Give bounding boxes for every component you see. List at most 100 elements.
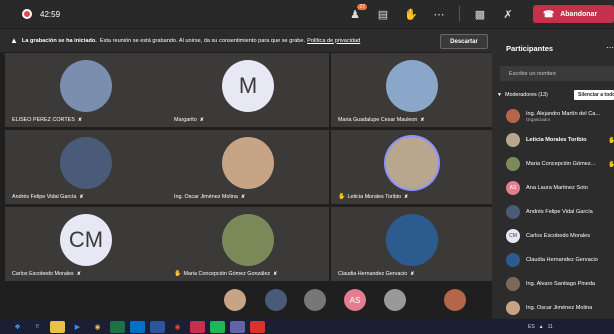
participant-text: Carlos Escobedo Morales — [526, 233, 590, 239]
participant-initials-avatar: CM — [60, 214, 112, 267]
video-tile[interactable]: M Margarito ✘ — [167, 53, 329, 127]
participant-photo-avatar — [506, 301, 520, 315]
participant-list-item[interactable]: Ing. Alejandro Martín del Ca... Organizad… — [492, 105, 614, 127]
edge-icon[interactable]: e — [30, 321, 45, 333]
outlook-icon[interactable] — [130, 320, 145, 333]
participants-panel-header: Participantes ⋯ — [492, 29, 614, 63]
participant-list-item[interactable]: Leticia Morales Toribio ✋ — [492, 129, 614, 151]
tile-name-label: Carlos Escobedo Morales ✘ — [12, 271, 81, 277]
tile-name-label: Maria Guadalupe Cesar Mauleon ✘ — [338, 117, 425, 123]
raise-hand-button[interactable]: ✋ — [403, 6, 419, 22]
participant-initials-avatar: M — [222, 60, 274, 113]
mini-avatar[interactable] — [384, 289, 406, 311]
mute-all-button[interactable]: Silenciar a todos — [574, 90, 614, 100]
video-tile[interactable]: Andrés Felipe Vidal García ✘ — [5, 130, 167, 204]
more-actions-button[interactable]: ⋯ — [431, 6, 447, 22]
participant-name: Carlos Escobedo Morales — [12, 271, 74, 277]
participant-name: ELISEO PEREZ CORTES — [12, 117, 75, 123]
tile-name-label: ✋ Leticia Morales Toribio ✘ — [338, 193, 408, 200]
participant-photo-avatar — [386, 60, 438, 113]
participant-photo-avatar — [386, 214, 438, 267]
participant-list-item[interactable]: Ing. Oscar Jiménez Molina — [492, 297, 614, 319]
participant-search-input[interactable]: Escribe un nombre — [500, 66, 614, 81]
recording-indicator-icon — [22, 9, 32, 19]
participant-photo-avatar — [222, 214, 274, 267]
teams-icon[interactable] — [230, 320, 245, 333]
video-tile[interactable]: ✋ Leticia Morales Toribio ✘ — [331, 130, 493, 204]
participant-list-item[interactable]: Andrés Felipe Vidal García — [492, 201, 614, 223]
browser-icon[interactable]: ◉ — [170, 321, 185, 333]
participant-photo-avatar — [506, 205, 520, 219]
mini-avatar-initials[interactable]: AS — [344, 289, 366, 311]
video-tile[interactable]: Maria Guadalupe Cesar Mauleon ✘ — [331, 53, 493, 127]
participant-photo-avatar — [60, 137, 112, 190]
overflow-participants-strip: AS — [0, 283, 492, 319]
mic-muted-icon: ✘ — [404, 194, 409, 200]
participants-button[interactable]: ♟ 27 — [347, 4, 367, 22]
mini-avatar[interactable] — [265, 289, 287, 311]
start-icon[interactable]: ❖ — [10, 321, 25, 333]
mic-off-icon: ✗ — [503, 8, 513, 21]
spotify-icon[interactable] — [210, 320, 225, 333]
mini-avatar[interactable] — [224, 289, 246, 311]
participant-initials-avatar: CM — [506, 229, 520, 243]
excel-icon[interactable] — [110, 320, 125, 333]
participant-name: Ana Laura Martinez Soto — [526, 185, 588, 191]
acrobat-icon[interactable] — [250, 320, 265, 333]
participants-count-badge: 27 — [357, 4, 367, 10]
language-indicator[interactable]: ES — [528, 324, 535, 330]
camera-button[interactable]: ▩ — [472, 6, 488, 22]
participant-list-item[interactable]: CM Carlos Escobedo Morales — [492, 225, 614, 247]
participant-text: Ing. Alvaro Santiago Pineda — [526, 281, 595, 287]
leave-label: Abandonar — [560, 10, 598, 18]
panel-more-icon[interactable]: ⋯ — [606, 43, 614, 52]
participant-name: Claudia Hernandez Gervacio — [338, 271, 408, 277]
self-view-avatar[interactable] — [444, 289, 466, 311]
recording-banner-title: La grabación se ha iniciado. — [21, 37, 97, 44]
participant-list-item[interactable]: Claudia Hernandez Gervacio — [492, 249, 614, 271]
video-tile[interactable]: ✋ Maria Concepción Gómez González ✘ — [167, 207, 329, 281]
dismiss-button[interactable]: Descartar — [440, 34, 488, 49]
video-tile[interactable]: ELISEO PEREZ CORTES ✘ — [5, 53, 167, 127]
mic-muted-icon: ✘ — [240, 194, 246, 200]
participant-photo-avatar — [506, 109, 520, 123]
participant-photo-avatar — [506, 253, 520, 267]
raised-hand-icon: ✋ — [174, 271, 182, 277]
app-icon[interactable] — [190, 320, 205, 333]
word-icon[interactable] — [150, 320, 165, 333]
leave-button[interactable]: ☎ Abandonar — [533, 5, 614, 23]
mic-muted-icon: ✘ — [76, 271, 81, 277]
participant-text: Ing. Oscar Jiménez Molina — [526, 305, 592, 311]
privacy-link[interactable]: Política de privacidad — [307, 38, 360, 44]
tile-name-label: Andrés Felipe Vidal García ✘ — [12, 194, 84, 200]
participant-name: Maria Guadalupe Cesar Mauleon — [338, 117, 418, 123]
video-tile[interactable]: CM Carlos Escobedo Morales ✘ — [5, 207, 167, 281]
moderators-section-header[interactable]: ▼ Moderadores (13) Silenciar a todos — [492, 87, 614, 103]
participant-name: Ing. Oscar Jiménez Molina — [174, 194, 238, 200]
participant-list-item[interactable]: Ing. Alvaro Santiago Pineda — [492, 273, 614, 295]
video-tile[interactable]: Claudia Hernandez Gervacio ✘ — [331, 207, 493, 281]
video-tile[interactable]: Ing. Oscar Jiménez Molina ✘ — [167, 130, 329, 204]
meeting-timer: 42:59 — [40, 9, 61, 19]
folder-icon[interactable] — [50, 320, 65, 333]
mic-button[interactable]: ✗ — [500, 6, 516, 22]
moderators-label: Moderadores (13) — [504, 92, 548, 98]
clock[interactable]: 11 — [548, 324, 553, 330]
warning-icon: ▲ — [10, 36, 18, 45]
participant-name: Ing. Alvaro Santiago Pineda — [526, 281, 596, 287]
participant-text: Ana Laura Martinez Soto — [526, 185, 588, 191]
participant-text: Andrés Felipe Vidal García — [526, 209, 593, 215]
tile-name-label: Claudia Hernandez Gervacio ✘ — [338, 271, 414, 277]
media-icon[interactable]: ▶ — [70, 321, 85, 333]
network-icon[interactable]: ▲ — [539, 324, 544, 330]
participant-name: Ing. Oscar Jiménez Molina — [526, 305, 593, 311]
mini-avatar[interactable] — [304, 289, 326, 311]
participant-list-item[interactable]: AS Ana Laura Martinez Soto — [492, 177, 614, 199]
participant-text: Claudia Hernandez Gervacio — [526, 257, 598, 263]
raised-hand-icon: ✋ — [338, 194, 346, 200]
chat-button[interactable]: ▤ — [375, 6, 391, 22]
recording-banner: ▲ La grabación se ha iniciado. Esta reun… — [0, 29, 492, 52]
participant-list-item[interactable]: Maria Concepción Gómez... ✋ — [492, 153, 614, 175]
chrome-icon[interactable]: ◉ — [90, 321, 105, 333]
panel-title: Participantes — [506, 44, 554, 53]
